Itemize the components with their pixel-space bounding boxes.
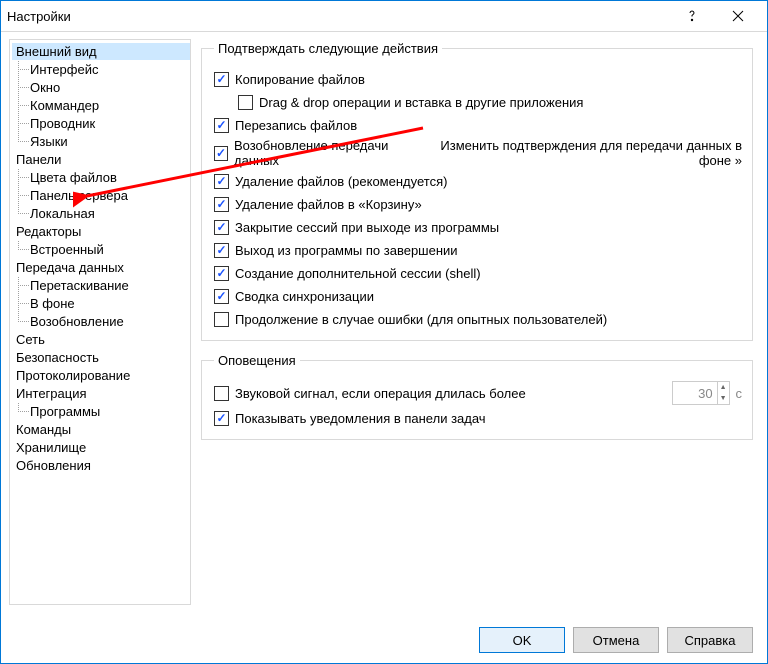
tree-item[interactable]: Интеграция [12, 385, 190, 402]
tree-item[interactable]: Программы [12, 403, 190, 420]
confirm-row: Выход из программы по завершении [214, 240, 742, 260]
client-area: Внешний видИнтерфейсОкноКоммандерПроводн… [1, 31, 767, 613]
tree-item[interactable]: Безопасность [12, 349, 190, 366]
tree-item[interactable]: Локальная [12, 205, 190, 222]
checkbox-label: Продолжение в случае ошибки (для опытных… [235, 312, 607, 327]
category-tree[interactable]: Внешний видИнтерфейсОкноКоммандерПроводн… [9, 39, 191, 605]
confirm-row: Создание дополнительной сессии (shell) [214, 263, 742, 283]
seconds-input[interactable] [673, 386, 717, 401]
checkbox[interactable] [214, 243, 229, 258]
checkbox-label: Сводка синхронизации [235, 289, 374, 304]
checkbox-label: Возобновление передачи данных [234, 138, 421, 168]
confirm-row: Копирование файлов [214, 69, 742, 89]
checkbox-label: Перезапись файлов [235, 118, 357, 133]
checkbox-label: Drag & drop операции и вставка в другие … [259, 95, 583, 110]
tree-item[interactable]: Перетаскивание [12, 277, 190, 294]
checkbox-label: Удаление файлов в «Корзину» [235, 197, 422, 212]
settings-window: Настройки Внешний видИнтерфейсОкноКомман… [0, 0, 768, 664]
tree-item[interactable]: Проводник [12, 115, 190, 132]
taskbar-checkbox[interactable] [214, 411, 229, 426]
tree-item[interactable]: Команды [12, 421, 190, 438]
close-button[interactable] [715, 1, 761, 31]
tree-item[interactable]: Встроенный [12, 241, 190, 258]
checkbox[interactable] [214, 197, 229, 212]
tree-item[interactable]: Передача данных [12, 259, 190, 276]
confirm-row: Продолжение в случае ошибки (для опытных… [214, 309, 742, 329]
dialog-buttons: OK Отмена Справка [479, 627, 753, 653]
tree-item[interactable]: Панели [12, 151, 190, 168]
confirm-group: Подтверждать следующие действия Копирова… [201, 41, 753, 341]
background-transfer-link[interactable]: Изменить подтверждения для передачи данн… [421, 138, 742, 168]
tree-item[interactable]: Языки [12, 133, 190, 150]
notify-legend: Оповещения [214, 353, 300, 368]
tree-item[interactable]: Коммандер [12, 97, 190, 114]
tree-item[interactable]: Интерфейс [12, 61, 190, 78]
confirm-row: Сводка синхронизации [214, 286, 742, 306]
checkbox[interactable] [238, 95, 253, 110]
checkbox-label: Копирование файлов [235, 72, 365, 87]
checkbox[interactable] [214, 289, 229, 304]
confirm-row: Удаление файлов в «Корзину» [214, 194, 742, 214]
seconds-spinner[interactable]: ▲▼ [672, 381, 730, 405]
tree-item[interactable]: Внешний вид [12, 43, 190, 60]
help-button[interactable] [669, 1, 715, 31]
notify-group: Оповещения Звуковой сигнал, если операци… [201, 353, 753, 440]
checkbox-label: Создание дополнительной сессии (shell) [235, 266, 481, 281]
checkbox[interactable] [214, 312, 229, 327]
confirm-row: Drag & drop операции и вставка в другие … [214, 92, 742, 112]
cancel-button[interactable]: Отмена [573, 627, 659, 653]
titlebar: Настройки [1, 1, 767, 32]
tree-item[interactable]: Панель сервера [12, 187, 190, 204]
checkbox[interactable] [214, 146, 228, 161]
tree-item[interactable]: В фоне [12, 295, 190, 312]
spinner-buttons[interactable]: ▲▼ [717, 382, 729, 404]
taskbar-label: Показывать уведомления в панели задач [235, 411, 486, 426]
checkbox-label: Выход из программы по завершении [235, 243, 458, 258]
checkbox[interactable] [214, 118, 229, 133]
checkbox[interactable] [214, 72, 229, 87]
tree-item[interactable]: Окно [12, 79, 190, 96]
checkbox-label: Закрытие сессий при выходе из программы [235, 220, 499, 235]
seconds-unit: с [736, 386, 743, 401]
checkbox-label: Удаление файлов (рекомендуется) [235, 174, 447, 189]
checkbox[interactable] [214, 174, 229, 189]
confirm-legend: Подтверждать следующие действия [214, 41, 442, 56]
ok-button[interactable]: OK [479, 627, 565, 653]
tree-item[interactable]: Обновления [12, 457, 190, 474]
tree-item[interactable]: Цвета файлов [12, 169, 190, 186]
confirm-row: Удаление файлов (рекомендуется) [214, 171, 742, 191]
confirm-row: Перезапись файлов [214, 115, 742, 135]
beep-checkbox[interactable] [214, 386, 229, 401]
beep-label: Звуковой сигнал, если операция длилась б… [235, 386, 526, 401]
beep-row: Звуковой сигнал, если операция длилась б… [214, 381, 742, 405]
window-title: Настройки [7, 9, 669, 24]
tree-item[interactable]: Возобновление [12, 313, 190, 330]
confirm-row: Закрытие сессий при выходе из программы [214, 217, 742, 237]
tree-item[interactable]: Хранилище [12, 439, 190, 456]
confirm-row: Возобновление передачи данныхИзменить по… [214, 138, 742, 168]
settings-content: Подтверждать следующие действия Копирова… [191, 31, 767, 613]
taskbar-row: Показывать уведомления в панели задач [214, 408, 742, 428]
help-button-bottom[interactable]: Справка [667, 627, 753, 653]
checkbox[interactable] [214, 266, 229, 281]
tree-item[interactable]: Протоколирование [12, 367, 190, 384]
checkbox[interactable] [214, 220, 229, 235]
tree-item[interactable]: Сеть [12, 331, 190, 348]
tree-item[interactable]: Редакторы [12, 223, 190, 240]
